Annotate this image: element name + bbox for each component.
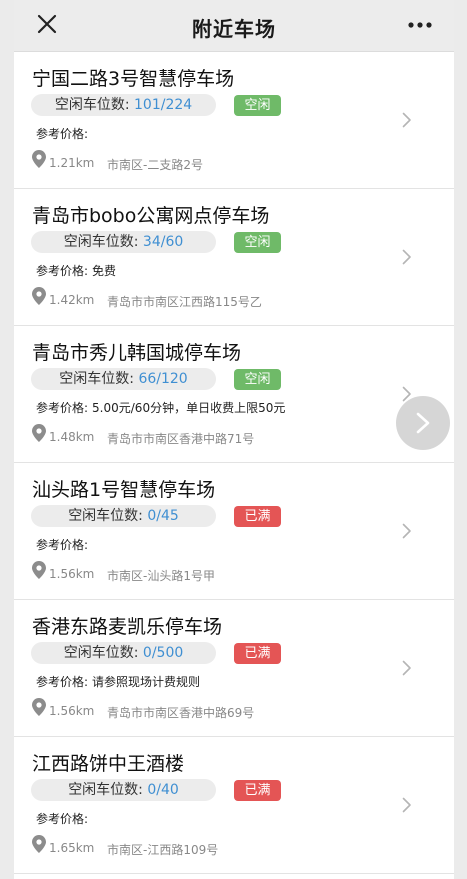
price-row: 参考价格: 5.00元/60分钟，单日收费上限50元 xyxy=(36,399,285,416)
free-spaces-pill: 空闲车位数: 0/40 xyxy=(31,779,216,801)
price-row: 参考价格: xyxy=(36,125,92,142)
free-spaces-label: 空闲车位数: xyxy=(54,97,134,113)
parking-lot-card[interactable]: 青岛市bobo公寓网点停车场 空闲车位数: 34/60 空闲 参考价格: 免费 1… xyxy=(14,189,454,326)
address: 市南区-汕头路1号甲 xyxy=(107,569,215,583)
free-spaces-label: 空闲车位数: xyxy=(68,782,148,798)
address: 青岛市市南区江西路115号乙 xyxy=(107,295,262,309)
location-pin-icon xyxy=(32,561,46,579)
free-spaces-pill: 空闲车位数: 101/224 xyxy=(31,94,216,116)
status-badge: 已满 xyxy=(234,506,281,527)
status-badge: 已满 xyxy=(234,780,281,801)
status-badge: 已满 xyxy=(234,643,281,664)
price-value: 5.00元/60分钟，单日收费上限50元 xyxy=(92,401,286,415)
location-pin-icon xyxy=(32,287,46,305)
more-options-button[interactable] xyxy=(406,14,434,36)
free-spaces-count: 101/224 xyxy=(134,97,193,113)
price-label: 参考价格: xyxy=(36,127,89,141)
price-label: 参考价格: xyxy=(36,401,89,415)
address: 市南区-江西路109号 xyxy=(107,843,219,857)
chevron-right-icon xyxy=(402,660,411,676)
price-label: 参考价格: xyxy=(36,264,89,278)
location-pin-icon xyxy=(32,698,46,716)
distance: 1.56km xyxy=(49,704,95,718)
more-dots-icon xyxy=(408,22,432,28)
chevron-right-icon xyxy=(402,249,411,265)
distance: 1.56km xyxy=(49,567,95,581)
address: 市南区-二支路2号 xyxy=(107,158,203,172)
free-spaces-label: 空闲车位数: xyxy=(63,645,143,661)
free-spaces-count: 0/45 xyxy=(147,508,179,524)
chevron-right-icon xyxy=(402,523,411,539)
price-label: 参考价格: xyxy=(36,538,89,552)
floating-action-button[interactable] xyxy=(396,396,450,450)
free-spaces-count: 0/500 xyxy=(142,645,184,661)
price-row: 参考价格: 请参照现场计费规则 xyxy=(36,673,200,690)
status-badge: 空闲 xyxy=(234,95,281,116)
location-pin-icon xyxy=(32,424,46,442)
address: 青岛市市南区香港中路69号 xyxy=(107,706,255,720)
free-spaces-count: 34/60 xyxy=(142,234,184,250)
price-label: 参考价格: xyxy=(36,675,89,689)
free-spaces-pill: 空闲车位数: 66/120 xyxy=(31,368,216,390)
distance: 1.42km xyxy=(49,293,95,307)
right-gutter xyxy=(454,0,467,879)
free-spaces-pill: 空闲车位数: 0/45 xyxy=(31,505,216,527)
status-badge: 空闲 xyxy=(234,232,281,253)
left-gutter xyxy=(0,0,14,879)
location-pin-icon xyxy=(32,835,46,853)
address: 青岛市市南区香港中路71号 xyxy=(107,432,255,446)
parking-lot-card[interactable]: 青岛市秀儿韩国城停车场 空闲车位数: 66/120 空闲 参考价格: 5.00元/… xyxy=(14,326,454,463)
distance: 1.21km xyxy=(49,156,95,170)
distance: 1.48km xyxy=(49,430,95,444)
location-pin-icon xyxy=(32,150,46,168)
page-title: 附近车场 xyxy=(192,17,276,41)
price-label: 参考价格: xyxy=(36,812,89,826)
parking-lot-card[interactable]: 香港东路麦凯乐停车场 空闲车位数: 0/500 已满 参考价格: 请参照现场计费规… xyxy=(14,600,454,737)
lot-name: 香港东路麦凯乐停车场 xyxy=(32,616,223,638)
free-spaces-label: 空闲车位数: xyxy=(59,371,139,387)
free-spaces-label: 空闲车位数: xyxy=(68,508,148,524)
free-spaces-count: 0/40 xyxy=(147,782,179,798)
lot-name: 青岛市秀儿韩国城停车场 xyxy=(32,342,242,364)
price-row: 参考价格: 免费 xyxy=(36,262,116,279)
free-spaces-label: 空闲车位数: xyxy=(63,234,143,250)
lot-name: 汕头路1号智慧停车场 xyxy=(32,479,216,501)
free-spaces-pill: 空闲车位数: 0/500 xyxy=(31,642,216,664)
chevron-right-icon xyxy=(416,412,430,434)
price-value: 请参照现场计费规则 xyxy=(92,675,201,689)
chevron-right-icon xyxy=(402,797,411,813)
price-row: 参考价格: xyxy=(36,536,92,553)
parking-lot-card[interactable]: 汕头路1号智慧停车场 空闲车位数: 0/45 已满 参考价格: 1.56km 市… xyxy=(14,463,454,600)
lot-name: 江西路饼中王酒楼 xyxy=(32,753,185,775)
free-spaces-count: 66/120 xyxy=(138,371,188,387)
parking-lot-card[interactable]: 宁国二路3号智慧停车场 空闲车位数: 101/224 空闲 参考价格: 1.21… xyxy=(14,52,454,189)
price-row: 参考价格: xyxy=(36,810,92,827)
price-value: 免费 xyxy=(92,264,117,278)
lot-name: 宁国二路3号智慧停车场 xyxy=(32,68,235,90)
distance: 1.65km xyxy=(49,841,95,855)
free-spaces-pill: 空闲车位数: 34/60 xyxy=(31,231,216,253)
top-nav-bar: 附近车场 xyxy=(14,0,454,52)
chevron-right-icon xyxy=(402,112,411,128)
lot-name: 青岛市bobo公寓网点停车场 xyxy=(32,205,270,227)
parking-lot-card[interactable]: 江西路饼中王酒楼 空闲车位数: 0/40 已满 参考价格: 1.65km 市南区… xyxy=(14,737,454,874)
parking-lot-list: 宁国二路3号智慧停车场 空闲车位数: 101/224 空闲 参考价格: 1.21… xyxy=(14,52,454,874)
status-badge: 空闲 xyxy=(234,369,281,390)
